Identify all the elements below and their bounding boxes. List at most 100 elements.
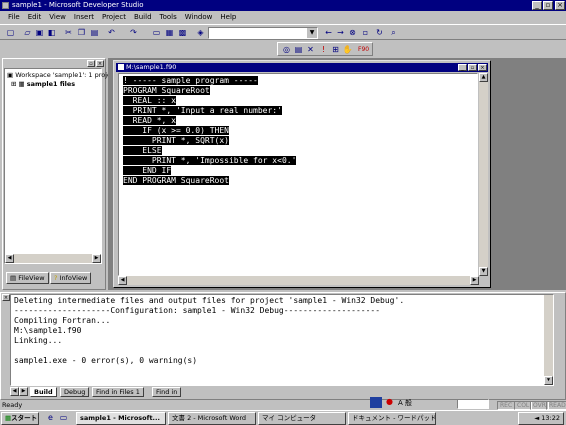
tab-scroll-right-icon[interactable]: ▶	[19, 387, 28, 396]
menu-window[interactable]: Window	[181, 11, 217, 23]
workspace-hscrollbar[interactable]: ◀ ▶	[5, 254, 101, 263]
code-line: REAL :: x	[123, 96, 176, 105]
code-line: IF (x >= 0.0) THEN	[123, 126, 229, 135]
refresh-icon[interactable]: ↻	[374, 27, 385, 38]
rec-indicator: REC	[497, 401, 516, 410]
menu-tools[interactable]: Tools	[156, 11, 181, 23]
editor-maximize-button[interactable]: ▫	[468, 64, 477, 71]
editor-vscrollbar[interactable]: ▲ ▼	[479, 73, 488, 276]
output-line: Compiling Fortran...	[14, 316, 111, 325]
scroll-right-icon[interactable]: ▶	[92, 254, 101, 263]
tab-build[interactable]: Build	[30, 387, 57, 397]
title-bar: sample1 - Microsoft Developer Studio _ ▫…	[0, 0, 566, 11]
ime-icon[interactable]	[370, 397, 382, 408]
redo-icon[interactable]: ↷	[128, 27, 139, 38]
workspace-restore-button[interactable]: ▫	[87, 60, 95, 67]
project-icon: ▦	[18, 80, 27, 88]
read-indicator: READ	[546, 401, 566, 410]
clock: 13:22	[541, 414, 560, 422]
undo-icon[interactable]: ↶	[106, 27, 117, 38]
editor-hscrollbar[interactable]: ◀ ▶	[118, 276, 479, 285]
task-mycomputer[interactable]: マイ コンピュータ	[258, 412, 346, 425]
workspace-close-button[interactable]: ×	[96, 60, 104, 67]
tab-find-in-files-1[interactable]: Find in Files 1	[92, 387, 144, 397]
project-item[interactable]: ⊞ ▦ sample1 files	[11, 80, 75, 88]
output-line: sample1.exe - 0 error(s), 0 warning(s)	[14, 356, 198, 365]
code-line: ! ----- sample program -----	[123, 76, 258, 85]
code-line: PROGRAM SquareRoot	[123, 86, 210, 95]
workspace-icon: ▣	[7, 71, 16, 79]
open-folder-icon[interactable]: ▱	[22, 27, 33, 38]
tab-debug[interactable]: Debug	[60, 387, 90, 397]
workspace-tabs: ▤ FileView ? InfoView	[4, 272, 102, 284]
tab-infoview[interactable]: ? InfoView	[50, 272, 92, 284]
window-title: sample1 - Microsoft Developer Studio	[12, 1, 144, 9]
cut-icon[interactable]: ✂	[63, 27, 74, 38]
editor-close-button[interactable]: ×	[478, 64, 487, 71]
output-close-button[interactable]: ×	[2, 294, 10, 301]
tab-find-in-files-2[interactable]: Find in	[152, 387, 182, 397]
quicklaunch-ie-icon[interactable]: e	[45, 412, 56, 423]
workspace-icon[interactable]: ▭	[151, 27, 162, 38]
breakpoint-icon[interactable]: ✋	[342, 44, 353, 55]
scroll-down-icon[interactable]: ▼	[544, 376, 553, 385]
window-list-icon[interactable]: ▩	[177, 27, 188, 38]
execute-icon[interactable]: !	[318, 44, 329, 55]
ime-mode-icon[interactable]: ●	[386, 397, 395, 407]
save-icon[interactable]: ▣	[34, 27, 45, 38]
chevron-down-icon[interactable]: ▼	[307, 28, 317, 38]
expand-icon[interactable]: ⊞	[11, 80, 19, 88]
new-file-icon[interactable]: ▢	[5, 27, 16, 38]
minimize-button[interactable]: _	[532, 1, 542, 10]
go-icon[interactable]: ⊞	[330, 44, 341, 55]
search-icon[interactable]: ⌕	[388, 27, 399, 38]
menu-build[interactable]: Build	[130, 11, 156, 23]
output-vscrollbar[interactable]: ▼	[544, 295, 553, 385]
workspace-root-item[interactable]: ▣ Workspace 'sample1': 1 proje	[7, 71, 111, 79]
tab-fileview[interactable]: ▤ FileView	[6, 272, 49, 284]
task-word[interactable]: 文書 2 - Microsoft Word	[168, 412, 256, 425]
scroll-down-icon[interactable]: ▼	[479, 267, 488, 276]
tab-scroll-left-icon[interactable]: ◀	[10, 387, 19, 396]
build-icon[interactable]: ▤	[293, 44, 304, 55]
properties-icon[interactable]: ▫	[360, 27, 371, 38]
code-line: PRINT *, 'Input a real number:'	[123, 106, 282, 115]
fileview-icon: ▤	[10, 274, 19, 282]
ime-input-mode[interactable]: A 般	[398, 398, 412, 408]
menu-project[interactable]: Project	[98, 11, 130, 23]
quicklaunch-desktop-icon[interactable]: ▭	[58, 412, 69, 423]
output-line: Deleting intermediate files and output f…	[14, 296, 405, 305]
menu-edit[interactable]: Edit	[24, 11, 46, 23]
forward-arrow-icon[interactable]: →	[335, 27, 346, 38]
editor-title-bar: M:\sample1.f90 _ ▫ ×	[116, 63, 488, 72]
close-button[interactable]: ×	[555, 1, 565, 10]
stop-icon[interactable]: ⊗	[347, 27, 358, 38]
workspace-tree: ▣ Workspace 'sample1': 1 proje ⊞ ▦ sampl…	[4, 68, 111, 264]
find-in-files-icon[interactable]: ◈	[195, 27, 206, 38]
code-line: ELSE	[123, 146, 162, 155]
start-button[interactable]: ▦スタート	[1, 412, 39, 425]
code-area[interactable]: ! ----- sample program ----- PROGRAM Squ…	[118, 73, 478, 276]
find-combo[interactable]: ▼	[208, 27, 318, 39]
maximize-button[interactable]: ▫	[543, 1, 553, 10]
copy-icon[interactable]: ❐	[76, 27, 87, 38]
task-sample1[interactable]: sample1 - Microsoft...	[76, 412, 166, 425]
save-all-icon[interactable]: ◧	[46, 27, 57, 38]
back-arrow-icon[interactable]: ←	[323, 27, 334, 38]
scroll-right-icon[interactable]: ▶	[470, 276, 479, 285]
menu-insert[interactable]: Insert	[70, 11, 98, 23]
fortran-icon[interactable]: F90	[358, 44, 369, 55]
menu-file[interactable]: File	[4, 11, 24, 23]
scroll-up-icon[interactable]: ▲	[479, 73, 488, 82]
stop-build-icon[interactable]: ✕	[305, 44, 316, 55]
editor-minimize-button[interactable]: _	[458, 64, 467, 71]
scroll-left-icon[interactable]: ◀	[118, 276, 127, 285]
menu-help[interactable]: Help	[216, 11, 240, 23]
compile-icon[interactable]: ◎	[281, 44, 292, 55]
output-text-area[interactable]: Deleting intermediate files and output f…	[10, 294, 554, 386]
paste-icon[interactable]: ▤	[89, 27, 100, 38]
scroll-left-icon[interactable]: ◀	[5, 254, 14, 263]
menu-view[interactable]: View	[45, 11, 70, 23]
task-wordpad[interactable]: ドキュメント - ワードパッド	[348, 412, 436, 425]
output-icon[interactable]: ▦	[164, 27, 175, 38]
